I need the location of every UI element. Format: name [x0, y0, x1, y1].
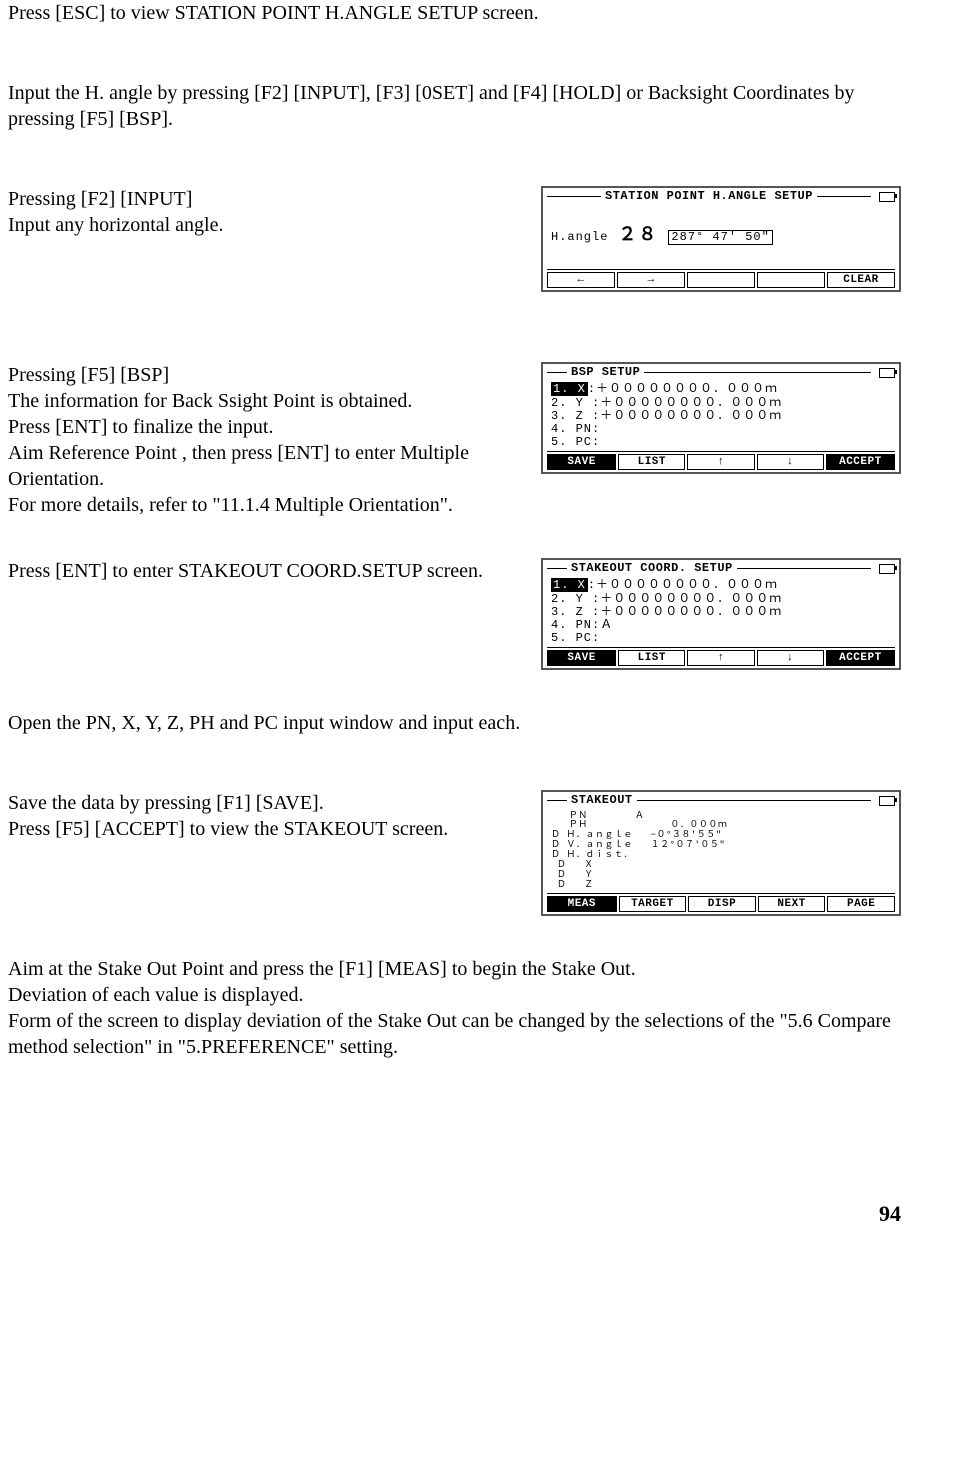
s2-line5: For more details, refer to "11.1.4 Multi… — [8, 492, 517, 518]
lcd1-label: H.angle — [551, 231, 608, 244]
lcd-line: Ｄ Ｘ — [551, 861, 891, 871]
field-value: :＋００００００００．０００ｍ — [592, 605, 782, 619]
field-value: : — [592, 422, 600, 436]
s2-line4: Aim Reference Point , then press [ENT] t… — [8, 440, 517, 492]
lcd1-title: STATION POINT H.ANGLE SETUP — [605, 190, 813, 203]
s2-line1: Pressing [F5] [BSP] — [8, 362, 517, 388]
battery-icon — [879, 796, 895, 806]
field-key: 4. PN — [551, 422, 592, 436]
field-key: 5. PC — [551, 631, 592, 645]
fn-save[interactable]: SAVE — [547, 650, 616, 666]
field-key: 4. PN — [551, 618, 592, 632]
field-value: : — [592, 435, 600, 449]
lcd3-fn-row: SAVELIST↑↓ACCEPT — [547, 647, 895, 666]
lcd1-value: 287° 47′ 50″ — [668, 230, 772, 245]
s3-text: Press [ENT] to enter STAKEOUT COORD.SETU… — [8, 558, 483, 584]
s4-line2: Press [F5] [ACCEPT] to view the STAKEOUT… — [8, 816, 517, 842]
fn-blank1[interactable] — [687, 272, 755, 288]
fn-↑[interactable]: ↑ — [687, 650, 754, 666]
lcd-line: Ｄ Ｚ — [551, 881, 891, 891]
field-key: 2. Y — [551, 592, 592, 606]
lcd4-body: ＰＮ Ａ ＰＨ ０．０００ｍＤ Ｈ．ａｎｇｌｅ −０°３８′５５″Ｄ Ｖ．ａｎｇ… — [547, 808, 895, 893]
battery-icon — [879, 192, 895, 202]
lcd1-fn-row: ← → CLEAR — [547, 269, 895, 288]
fn-clear[interactable]: CLEAR — [827, 272, 895, 288]
p4-line1: Aim at the Stake Out Point and press the… — [8, 956, 901, 982]
s2-line3: Press [ENT] to finalize the input. — [8, 414, 517, 440]
fn-↑[interactable]: ↑ — [687, 454, 754, 470]
paragraph-3: Open the PN, X, Y, Z, PH and PC input wi… — [8, 710, 901, 736]
field-key: 5. PC — [551, 435, 592, 449]
field-value: :＋００００００００．０００ｍ — [592, 409, 782, 423]
lcd2-fn-row: SAVELIST↑↓ACCEPT — [547, 451, 895, 470]
page-number: 94 — [8, 1200, 901, 1229]
lcd3-title: STAKEOUT COORD. SETUP — [571, 562, 733, 575]
s2-line2: The information for Back Ssight Point is… — [8, 388, 517, 414]
lcd-stakeout: STAKEOUT ＰＮ Ａ ＰＨ ０．０００ｍＤ Ｈ．ａｎｇｌｅ −０°３８′５… — [541, 790, 901, 915]
field-value: :＋００００００００．０００ｍ — [592, 396, 782, 410]
s4-line1: Save the data by pressing [F1] [SAVE]. — [8, 790, 517, 816]
fn-disp[interactable]: DISP — [688, 896, 756, 912]
fn-↓[interactable]: ↓ — [757, 454, 824, 470]
field-value: :Ａ — [592, 618, 613, 632]
lcd3-body: 1. X:＋００００００００．０００ｍ2. Y :＋００００００００．０００ｍ3… — [547, 575, 895, 647]
fn-save[interactable]: SAVE — [547, 454, 616, 470]
fn-meas[interactable]: MEAS — [547, 896, 617, 912]
field-value: :＋００００００００．０００ｍ — [592, 592, 782, 606]
field-value: :＋００００００００．０００ｍ — [588, 578, 778, 592]
lcd2-title: BSP SETUP — [571, 366, 640, 379]
lcd4-title: STAKEOUT — [571, 794, 633, 807]
fn-accept[interactable]: ACCEPT — [826, 650, 895, 666]
fn-↓[interactable]: ↓ — [757, 650, 824, 666]
field-key: 3. Z — [551, 409, 592, 423]
field-value: : — [592, 631, 600, 645]
field-key: 3. Z — [551, 605, 592, 619]
fn-list[interactable]: LIST — [618, 650, 685, 666]
lcd1-big: ２８ — [618, 227, 658, 247]
lcd4-fn-row: MEASTARGETDISPNEXTPAGE — [547, 893, 895, 912]
fn-target[interactable]: TARGET — [619, 896, 687, 912]
s1-line2: Input any horizontal angle. — [8, 212, 517, 238]
field-value: :＋００００００００．０００ｍ — [588, 382, 778, 396]
fn-accept[interactable]: ACCEPT — [826, 454, 895, 470]
p4-line3: Form of the screen to display deviation … — [8, 1008, 901, 1060]
fn-blank2[interactable] — [757, 272, 825, 288]
paragraph-1: Press [ESC] to view STATION POINT H.ANGL… — [8, 0, 901, 26]
field-key: 1. X — [551, 578, 588, 592]
fn-right[interactable]: → — [617, 272, 685, 288]
s1-line1: Pressing [F2] [INPUT] — [8, 186, 517, 212]
lcd-stakeout-coord: STAKEOUT COORD. SETUP 1. X:＋００００００００．０００… — [541, 558, 901, 670]
battery-icon — [879, 368, 895, 378]
lcd2-body: 1. X:＋００００００００．０００ｍ2. Y :＋００００００００．０００ｍ3… — [547, 379, 895, 451]
lcd-hangle-setup: STATION POINT H.ANGLE SETUP H.angle ２８ 2… — [541, 186, 901, 292]
fn-next[interactable]: NEXT — [758, 896, 826, 912]
battery-icon — [879, 564, 895, 574]
field-key: 2. Y — [551, 396, 592, 410]
fn-page[interactable]: PAGE — [827, 896, 895, 912]
fn-left[interactable]: ← — [547, 272, 615, 288]
lcd-bsp-setup: BSP SETUP 1. X:＋００００００００．０００ｍ2. Y :＋００００… — [541, 362, 901, 474]
paragraph-2: Input the H. angle by pressing [F2] [INP… — [8, 80, 901, 132]
fn-list[interactable]: LIST — [618, 454, 685, 470]
lcd-line: Ｄ Ｈ．ｄｉｓｔ． — [551, 851, 891, 861]
field-key: 1. X — [551, 382, 588, 396]
p4-line2: Deviation of each value is displayed. — [8, 982, 901, 1008]
lcd-line: Ｄ Ｙ — [551, 871, 891, 881]
